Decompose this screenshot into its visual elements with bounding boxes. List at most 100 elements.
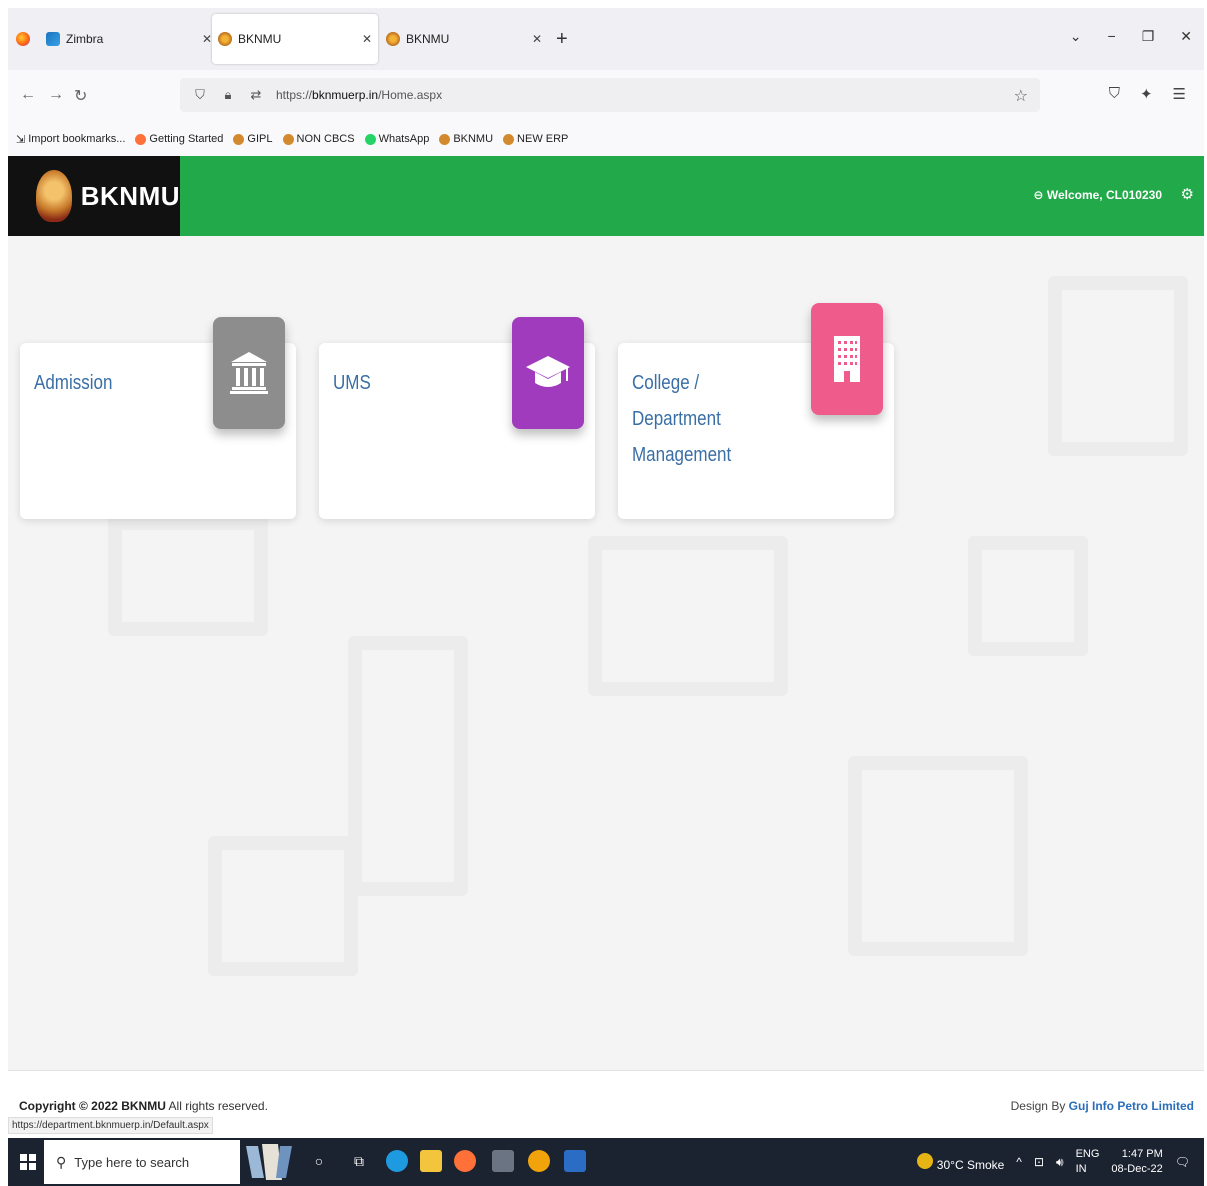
background-pattern (348, 636, 468, 896)
bookmark-getting-started[interactable]: Getting Started (135, 133, 223, 145)
firefox-icon[interactable] (454, 1150, 476, 1172)
volume-icon[interactable]: 🔊︎ (1056, 1155, 1064, 1170)
permissions-icon[interactable]: ⇄ (248, 87, 264, 103)
toolbar-right: ⛉ ✦ ☰ (1109, 85, 1186, 103)
settings-gear-icon[interactable]: ⚙ (1181, 185, 1194, 203)
back-icon[interactable]: ← (20, 86, 36, 104)
window-controls: ⌄ − ❐ ✕ (1070, 28, 1192, 45)
main-content: Admission UMS College / Department Manag… (8, 236, 1204, 1070)
reload-icon[interactable]: ↻ (74, 86, 87, 106)
background-pattern (208, 836, 358, 976)
clock[interactable]: 1:47 PM 08-Dec-22 (1111, 1147, 1162, 1177)
user-icon: ⊖ (1033, 188, 1044, 202)
pocket-icon[interactable]: ⛉ (1109, 85, 1120, 103)
list-tabs-icon[interactable]: ⌄ (1070, 28, 1082, 45)
bknmu-icon (282, 133, 294, 145)
search-highlight-icon[interactable] (244, 1142, 296, 1182)
time: 1:47 PM (1121, 1148, 1163, 1160)
calculator-icon[interactable] (492, 1150, 514, 1172)
notification-icon[interactable]: 🗨︎ (1175, 1155, 1190, 1169)
shield-icon[interactable]: ⛉ (192, 87, 208, 103)
bookmark-star-icon[interactable]: ☆ (1014, 86, 1028, 106)
card-admission[interactable]: Admission (20, 317, 296, 519)
card-label[interactable]: College / Department Management (632, 365, 785, 473)
windows-taskbar: ⚲ Type here to search ○ ⧉ 30°C Smoke ^ ⊡… (8, 1138, 1204, 1186)
extensions-icon[interactable]: ✦ (1140, 85, 1153, 103)
language-indicator[interactable]: ENG IN (1076, 1147, 1100, 1177)
background-pattern (1048, 276, 1188, 456)
bank-building-icon (213, 317, 285, 429)
close-icon[interactable]: ✕ (356, 32, 378, 46)
close-icon[interactable]: ✕ (526, 32, 548, 46)
lock-icon[interactable]: 🔒︎ (220, 87, 236, 103)
browser-tab-bar: Zimbra ✕ BKNMU ✕ BKNMU ✕ + ⌄ − ❐ ✕ (8, 8, 1204, 70)
url-text[interactable]: https://bknmuerp.in/Home.aspx (276, 88, 442, 102)
bookmark-label: Getting Started (149, 133, 224, 145)
close-window-button[interactable]: ✕ (1180, 28, 1192, 45)
bookmark-bknmu[interactable]: BKNMU (439, 133, 493, 145)
forward-icon[interactable]: → (48, 86, 64, 104)
bookmark-whatsapp[interactable]: WhatsApp (364, 133, 430, 145)
card-ums[interactable]: UMS (319, 317, 595, 519)
bookmark-label: NEW ERP (517, 133, 569, 145)
copyright-rest: All rights reserved. (165, 1099, 268, 1113)
background-pattern (588, 536, 788, 696)
firefox-icon[interactable] (16, 32, 30, 46)
taskbar-search-box[interactable]: ⚲ Type here to search (44, 1140, 240, 1184)
bookmark-non-cbcs[interactable]: NON CBCS (282, 133, 355, 145)
office-building-icon (811, 303, 883, 415)
import-icon: ⇲ (16, 133, 26, 146)
address-bar[interactable]: ⛉ 🔒︎ ⇄ https://bknmuerp.in/Home.aspx ☆ (180, 78, 1040, 112)
bookmark-label: WhatsApp (378, 133, 430, 145)
background-pattern (968, 536, 1088, 656)
chrome-icon[interactable] (528, 1150, 550, 1172)
welcome-text: Welcome, CL010230 (1046, 188, 1162, 202)
tab-title: Zimbra (66, 32, 104, 46)
edge-icon[interactable] (386, 1150, 408, 1172)
site-header: BKNMU ⊖ Welcome, CL010230 ⚙ (8, 156, 1204, 236)
weather-text: 30°C Smoke (936, 1157, 1005, 1172)
new-tab-button[interactable]: + (556, 28, 568, 51)
system-tray: 30°C Smoke ^ ⊡ 🔊︎ ENG IN 1:47 PM 08-Dec-… (917, 1138, 1190, 1186)
zimbra-icon (46, 32, 60, 46)
page-footer: Copyright © 2022 BKNMU All rights reserv… (8, 1070, 1204, 1138)
tab-zimbra[interactable]: Zimbra ✕ (40, 14, 218, 64)
weather-widget[interactable]: 30°C Smoke (917, 1152, 1005, 1172)
bookmarks-toolbar: ⇲ Import bookmarks... Getting Started GI… (8, 122, 1204, 156)
windows-start-icon[interactable] (20, 1154, 36, 1170)
restore-button[interactable]: ❐ (1142, 28, 1155, 45)
tab-bknmu-active[interactable]: BKNMU ✕ (212, 14, 378, 64)
bookmark-label: NON CBCS (296, 133, 355, 145)
navigation-toolbar: ← → ↻ ⛉ 🔒︎ ⇄ https://bknmuerp.in/Home.as… (8, 70, 1204, 122)
tab-title: BKNMU (238, 32, 282, 46)
bookmark-new-erp[interactable]: NEW ERP (503, 133, 568, 145)
brand[interactable]: BKNMU (8, 156, 180, 236)
university-logo-icon (36, 170, 72, 222)
bknmu-icon (439, 133, 451, 145)
network-icon[interactable]: ⊡ (1034, 1155, 1044, 1169)
bookmark-gipl[interactable]: GIPL (233, 133, 273, 145)
card-label[interactable]: UMS (333, 365, 486, 401)
design-credit: Design By Guj Info Petro Limited (1011, 1099, 1194, 1113)
bookmark-label: BKNMU (453, 133, 494, 145)
file-explorer-icon[interactable] (420, 1150, 442, 1172)
cortana-icon[interactable]: ○ (308, 1150, 330, 1172)
firefox-icon (135, 133, 147, 145)
task-view-icon[interactable]: ⧉ (348, 1150, 370, 1172)
brand-name: BKNMU (80, 180, 180, 211)
card-label[interactable]: Admission (34, 365, 187, 401)
bknmu-icon (503, 133, 515, 145)
bookmark-import[interactable]: ⇲ Import bookmarks... (16, 133, 125, 146)
card-college-department-management[interactable]: College / Department Management (618, 303, 894, 519)
chevron-up-icon[interactable]: ^ (1016, 1155, 1022, 1169)
word-icon[interactable] (564, 1150, 586, 1172)
tab-bknmu[interactable]: BKNMU ✕ (380, 14, 548, 64)
menu-icon[interactable]: ☰ (1173, 85, 1186, 103)
background-pattern (108, 516, 268, 636)
minimize-button[interactable]: − (1108, 28, 1116, 45)
date: 08-Dec-22 (1111, 1163, 1163, 1175)
design-link[interactable]: Guj Info Petro Limited (1069, 1099, 1194, 1113)
tab-title: BKNMU (406, 32, 450, 46)
design-prefix: Design By (1010, 1099, 1069, 1113)
user-welcome[interactable]: ⊖ Welcome, CL010230 (1033, 188, 1162, 202)
